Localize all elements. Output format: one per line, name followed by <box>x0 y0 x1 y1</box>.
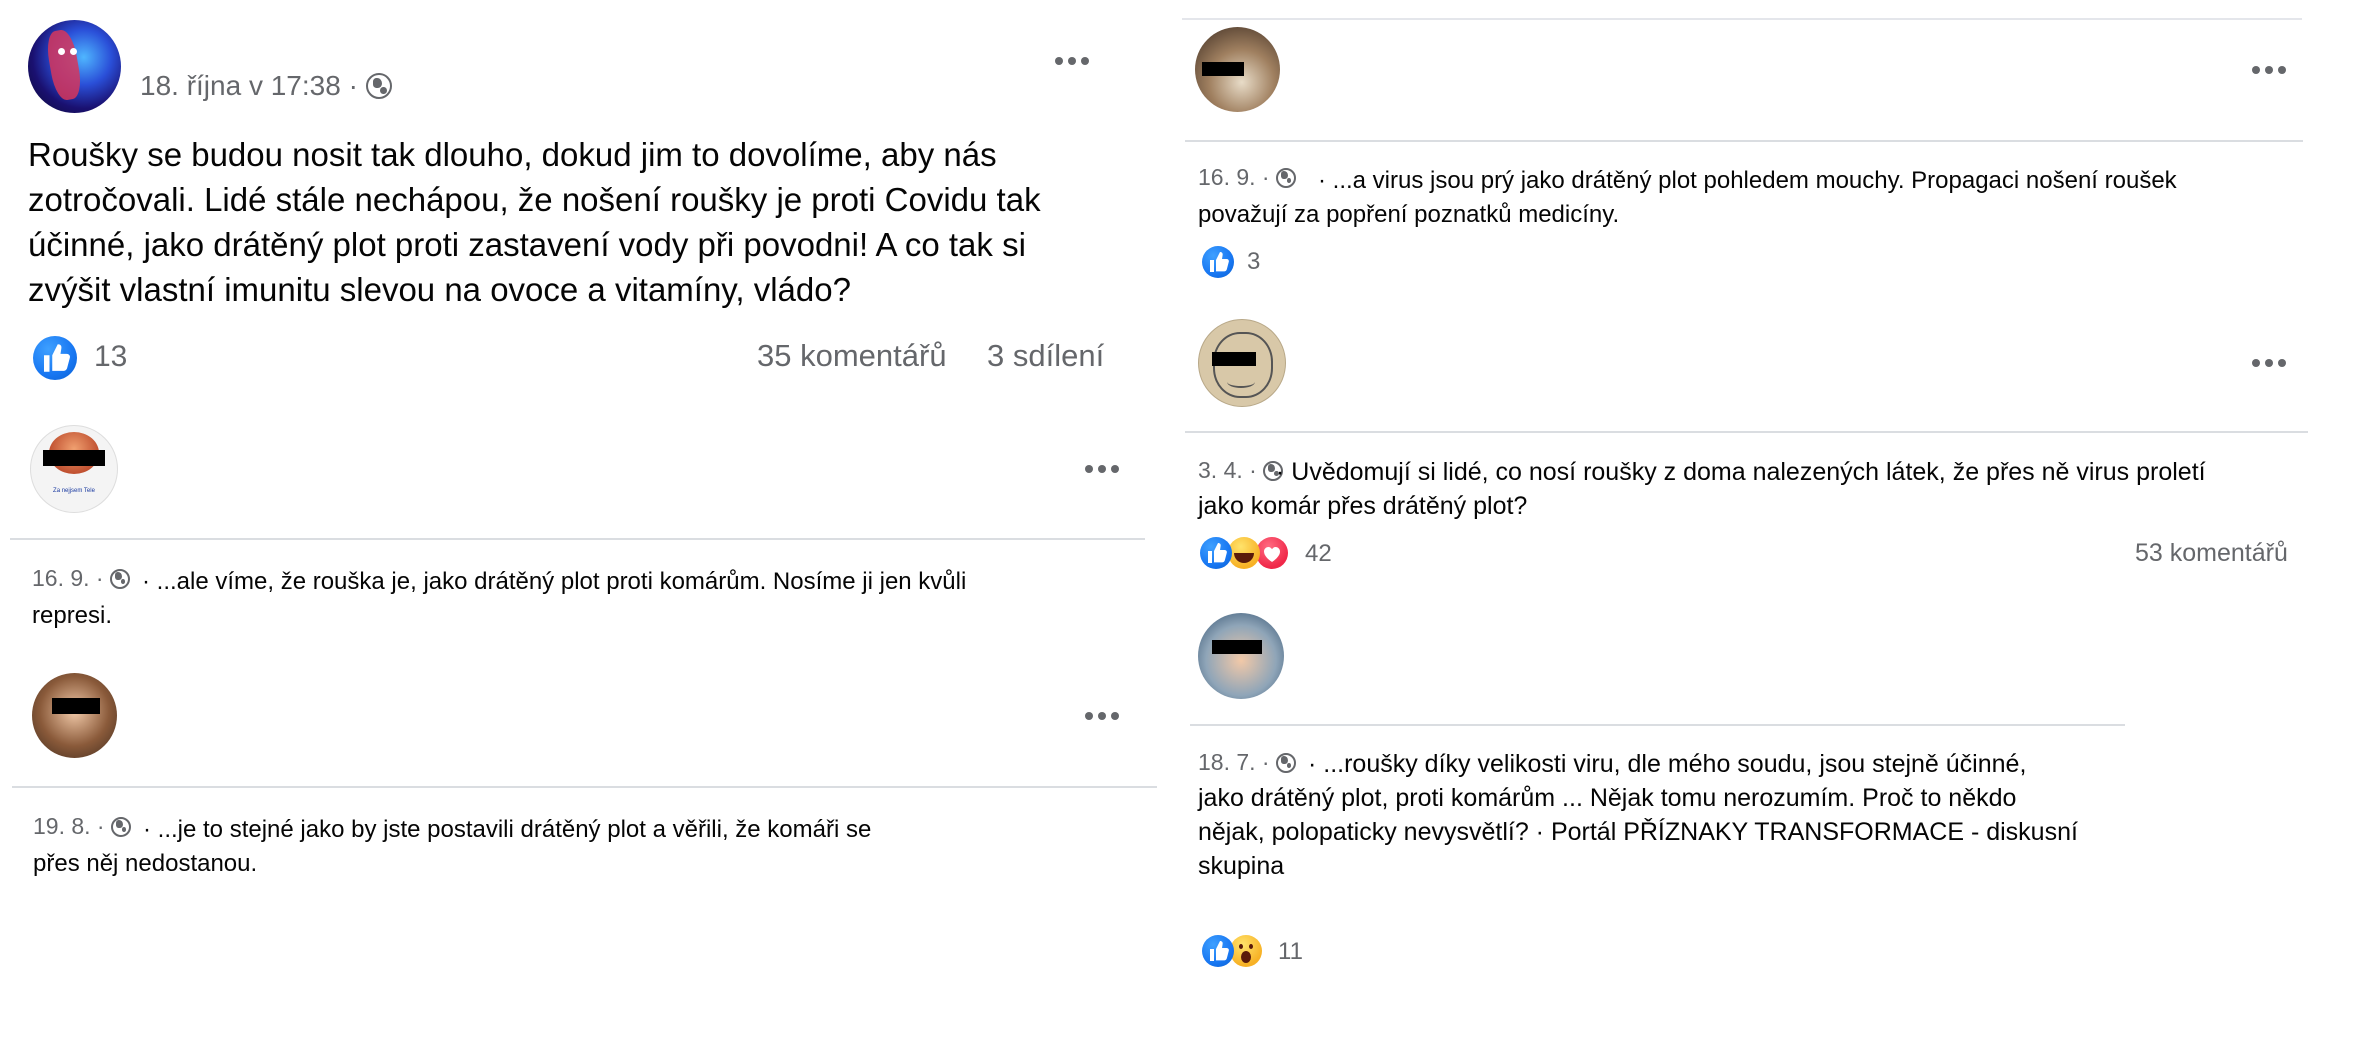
right-post-2-reaction-count[interactable]: 42 <box>1305 540 1332 568</box>
right-post-3-text-line: jako drátěný plot, proti komárům ... Něj… <box>1198 784 2017 812</box>
main-post-shares-count[interactable]: 3 sdílení <box>987 338 1104 374</box>
main-post-like-count[interactable]: 13 <box>94 340 127 374</box>
left-post-2-text-line: · ...je to stejné jako by jste postavili… <box>143 816 872 843</box>
main-post-text-line: účinné, jako drátěný plot proti zastaven… <box>28 226 1026 263</box>
right-post-2-text: · Uvědomují si lidé, co nosí roušky z do… <box>1198 455 2318 523</box>
censor-bar <box>1212 640 1262 654</box>
right-post-1-more-icon[interactable] <box>2252 66 2286 74</box>
divider <box>1182 18 2302 20</box>
divider <box>1185 431 2308 433</box>
left-post-1-text: · ...ale víme, že rouška je, jako drátěn… <box>32 565 1092 633</box>
left-post-2-avatar[interactable] <box>32 673 117 758</box>
right-post-3-text-line: skupina <box>1198 852 1285 880</box>
main-post-text-line: zotročovali. Lidé stále nechápou, že noš… <box>28 181 1041 218</box>
like-icon[interactable] <box>33 336 77 380</box>
censor-bar <box>43 450 105 466</box>
right-post-3-avatar[interactable] <box>1198 613 1284 699</box>
censor-bar <box>1212 352 1256 366</box>
main-post-comments-count[interactable]: 35 komentářů <box>757 338 947 374</box>
divider <box>1185 140 2303 142</box>
right-post-3-text-line: · ...roušky díky velikosti viru, dle méh… <box>1308 750 2027 778</box>
haha-icon[interactable] <box>1228 537 1260 569</box>
right-post-3-text-line: nějak, polopaticky nevysvětlí? · Portál … <box>1198 818 2078 846</box>
right-post-1-text-line: · ...a virus jsou prý jako drátěný plot … <box>1318 167 2177 194</box>
right-post-1-reaction-count[interactable]: 3 <box>1247 248 1260 276</box>
main-post-text-line: Roušky se budou nosit tak dlouho, dokud … <box>28 136 997 173</box>
right-post-2-comments-count[interactable]: 53 komentářů <box>2135 539 2288 568</box>
like-icon[interactable] <box>1202 935 1234 967</box>
right-post-3-reaction-count[interactable]: 11 <box>1278 938 1303 966</box>
main-post-more-icon[interactable] <box>1055 57 1089 65</box>
like-icon[interactable] <box>1202 246 1234 278</box>
right-post-3-text: · ...roušky díky velikosti viru, dle méh… <box>1198 747 2138 883</box>
right-post-1-text: · ...a virus jsou prý jako drátěný plot … <box>1198 164 2318 232</box>
left-post-1-avatar-caption: Za nejjsem Tele <box>53 488 95 494</box>
left-post-2-text-line: přes něj nedostanou. <box>33 850 258 877</box>
right-post-1-text-line: považují za popření poznatků medicíny. <box>1198 201 1620 228</box>
main-post-text-line: zvýšit vlastní imunitu slevou na ovoce a… <box>28 271 851 308</box>
left-post-2-more-icon[interactable] <box>1085 712 1119 720</box>
divider <box>1190 724 2125 726</box>
main-post-meta: 18. října v 17:38 · <box>140 70 392 102</box>
divider <box>12 786 1157 788</box>
wow-icon[interactable] <box>1230 935 1262 967</box>
main-post-text: Roušky se budou nosit tak dlouho, dokud … <box>28 132 1158 312</box>
love-icon[interactable] <box>1256 537 1288 569</box>
right-post-2-text-line: · Uvědomují si lidé, co nosí roušky z do… <box>1276 458 2206 486</box>
left-post-1-avatar[interactable]: Za nejjsem Tele <box>30 425 118 513</box>
right-post-2-text-line: jako komár přes drátěný plot? <box>1198 492 1528 520</box>
left-post-1-text-line: represi. <box>32 602 113 629</box>
main-post-timestamp[interactable]: 18. října v 17:38 · <box>140 70 358 102</box>
divider <box>10 538 1145 540</box>
censor-bar <box>52 698 100 714</box>
right-post-2-more-icon[interactable] <box>2252 359 2286 367</box>
globe-icon <box>365 73 392 99</box>
left-post-2-text: · ...je to stejné jako by jste postavili… <box>33 813 1033 881</box>
left-post-1-text-line: · ...ale víme, že rouška je, jako drátěn… <box>142 568 967 595</box>
main-post-avatar[interactable] <box>28 20 121 113</box>
censor-bar <box>1202 62 1244 76</box>
left-post-1-more-icon[interactable] <box>1085 465 1119 473</box>
like-icon[interactable] <box>1200 537 1232 569</box>
